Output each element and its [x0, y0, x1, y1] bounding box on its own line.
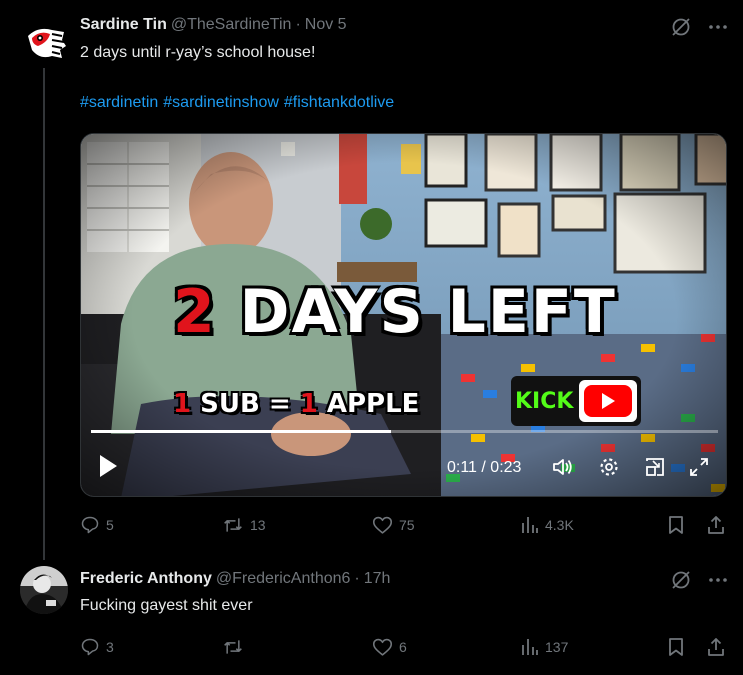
thread-connector-line [43, 68, 45, 560]
share-icon [708, 516, 724, 534]
view-count: 4.3K [545, 517, 574, 533]
separator-dot: · [295, 16, 301, 33]
overlay-sub-number: 1 [299, 389, 318, 419]
repost-icon [224, 518, 242, 532]
separator-dot: · [354, 570, 360, 587]
share-icon [708, 638, 724, 656]
bookmark-icon [669, 516, 683, 534]
overlay-title-number: 2 [173, 277, 217, 347]
grok-icon[interactable] [670, 16, 692, 38]
kick-logo-text: KICK [515, 388, 574, 414]
like-button[interactable]: 75 [372, 515, 415, 535]
kick-youtube-badge: KICK [511, 376, 641, 426]
heart-icon [372, 516, 393, 534]
overlay-sub-text: SUB = [191, 389, 300, 419]
overlay-sub-text: APPLE [317, 389, 420, 419]
picture-in-picture-icon[interactable] [643, 455, 667, 484]
repost-button[interactable]: 13 [222, 515, 266, 535]
user-photo [20, 566, 68, 614]
display-name[interactable]: Frederic Anthony [80, 570, 212, 588]
avatar[interactable] [20, 566, 68, 614]
views-button[interactable]: 4.3K [521, 515, 574, 535]
reply-count: 5 [106, 517, 114, 533]
reply-button[interactable]: 3 [80, 637, 114, 657]
volume-icon[interactable] [551, 455, 575, 484]
play-icon[interactable] [97, 453, 119, 484]
grok-icon[interactable] [670, 569, 692, 591]
views-chart-icon [522, 639, 538, 655]
like-button[interactable]: 6 [372, 637, 407, 657]
views-chart-icon [522, 517, 538, 533]
heart-icon [372, 638, 393, 656]
views-button[interactable]: 137 [521, 637, 568, 657]
overlay-title-text: DAYS LEFT [216, 277, 617, 347]
bookmark-button[interactable] [667, 515, 685, 535]
overlay-sub-number: 1 [173, 389, 192, 419]
like-count: 75 [399, 517, 415, 533]
tweet-header: Sardine Tin @TheSardineTin · Nov 5 [80, 16, 347, 34]
sardine-logo-icon [22, 20, 70, 68]
video-progress-fill [91, 430, 391, 433]
video-overlay-subtitle: 1 SUB = 1 APPLE [173, 389, 419, 419]
settings-gear-icon[interactable] [597, 455, 621, 484]
display-name[interactable]: Sardine Tin [80, 16, 167, 34]
user-handle[interactable]: @FredericAnthon6 [216, 570, 351, 588]
reply-icon [81, 516, 99, 534]
reply-count: 3 [106, 639, 114, 655]
tweet-text: 2 days until r-yay’s school house! [80, 44, 316, 61]
video-controls: 0:11 / 0:23 [81, 449, 726, 489]
repost-count: 13 [250, 517, 266, 533]
repost-button[interactable] [222, 637, 250, 657]
bookmark-icon [669, 638, 683, 656]
user-handle[interactable]: @TheSardineTin [171, 16, 292, 34]
hashtag-list: #sardinetin #sardinetinshow #fishtankdotli… [80, 94, 399, 112]
more-options-icon[interactable] [708, 17, 728, 37]
hashtag-link[interactable]: #sardinetin [80, 94, 158, 111]
repost-icon [224, 640, 242, 654]
tweet-text: Fucking gayest shit ever [80, 597, 253, 614]
fullscreen-icon[interactable] [687, 455, 711, 484]
reply-button[interactable]: 5 [80, 515, 114, 535]
reply-icon [81, 638, 99, 656]
like-count: 6 [399, 639, 407, 655]
bookmark-button[interactable] [667, 637, 685, 657]
youtube-logo-icon [579, 380, 638, 422]
avatar[interactable] [22, 20, 70, 68]
timestamp[interactable]: Nov 5 [305, 16, 347, 34]
video-time: 0:11 / 0:23 [447, 459, 522, 476]
share-button[interactable] [706, 637, 726, 657]
timestamp[interactable]: 17h [364, 570, 391, 588]
video-progress-bar[interactable] [91, 430, 718, 433]
hashtag-link[interactable]: #sardinetinshow [163, 94, 279, 111]
tweet-header: Frederic Anthony @FredericAnthon6 · 17h [80, 570, 390, 588]
video-overlay-title: 2 DAYS LEFT [173, 277, 617, 347]
tweet-top-actions [670, 16, 728, 38]
hashtag-link[interactable]: #fishtankdotlive [284, 94, 394, 111]
view-count: 137 [545, 639, 569, 655]
tweet-top-actions [670, 569, 728, 591]
more-options-icon[interactable] [708, 570, 728, 590]
share-button[interactable] [706, 515, 726, 535]
video-player[interactable]: 2 DAYS LEFT 1 SUB = 1 APPLE KICK 0:11 / … [80, 133, 727, 497]
